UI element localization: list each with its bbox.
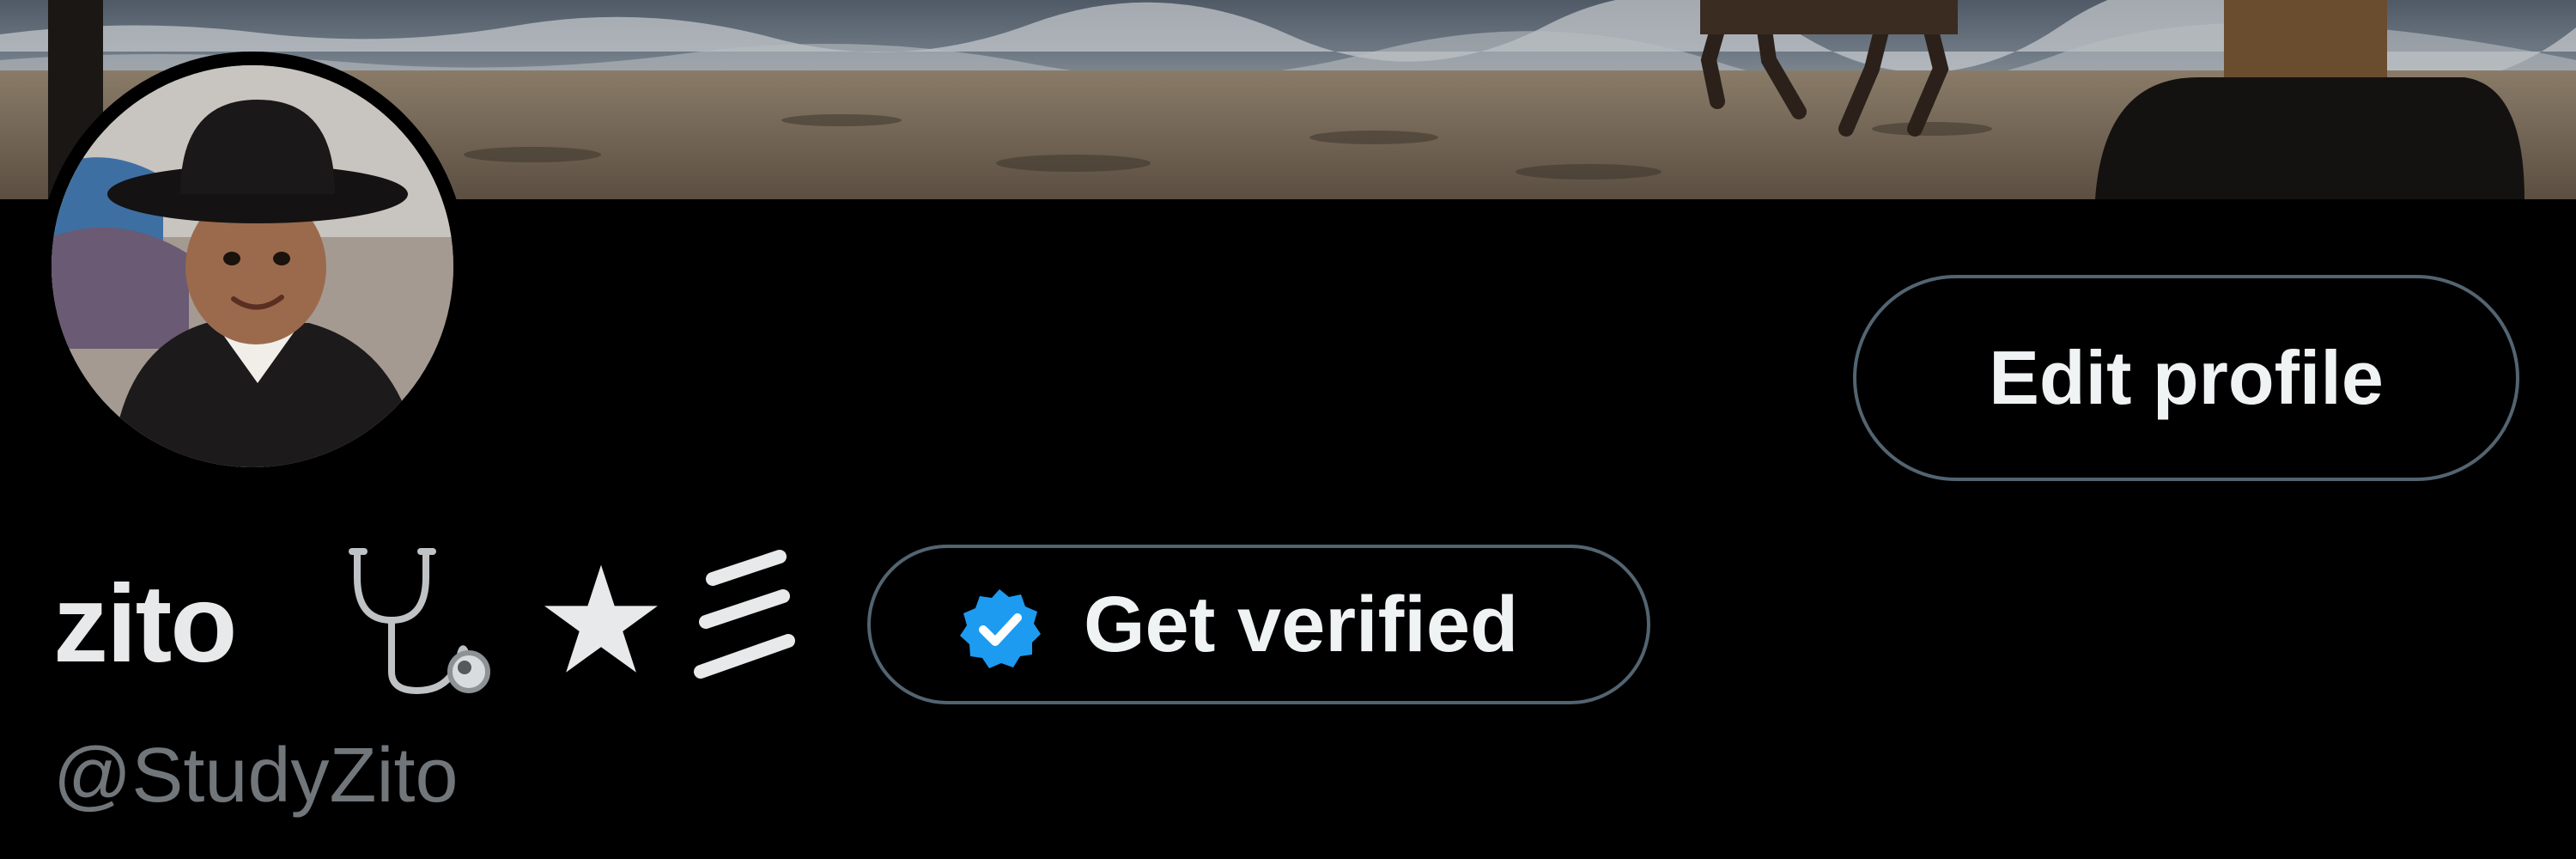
verified-badge-icon	[960, 589, 1041, 668]
edit-profile-button[interactable]: Edit profile	[1853, 275, 2519, 481]
display-name: zito	[53, 562, 237, 685]
get-verified-label: Get verified	[1084, 580, 1519, 668]
avatar-photo	[52, 65, 453, 467]
star-icon: ★	[534, 534, 668, 707]
username-handle: @StudyZito	[53, 733, 459, 819]
stethoscope-icon	[349, 548, 490, 695]
get-verified-button[interactable]: Get verified	[867, 545, 1650, 704]
strokes-icon	[694, 550, 795, 679]
profile-header: Edit profile zito ★ Get verified @StudyZ…	[0, 0, 2576, 859]
avatar[interactable]	[52, 65, 453, 467]
